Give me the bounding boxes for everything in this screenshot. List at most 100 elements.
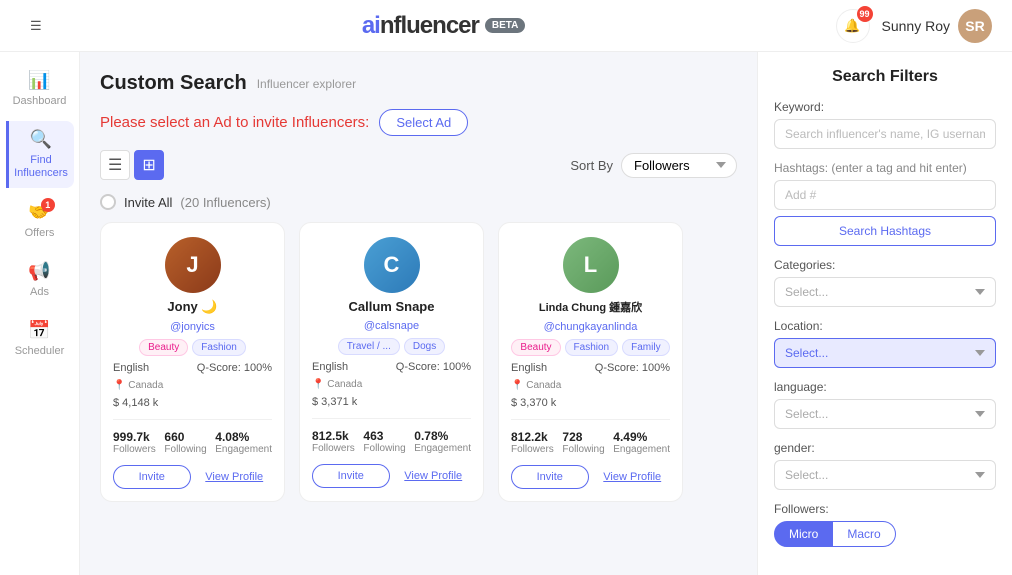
view-toggles: ☰ ⊞ bbox=[100, 150, 164, 180]
card-name-callum: Callum Snape bbox=[349, 299, 435, 314]
ads-icon: 📢 bbox=[28, 261, 50, 282]
select-ad-button[interactable]: Select Ad bbox=[379, 109, 468, 136]
tag-dogs: Dogs bbox=[404, 338, 445, 355]
sidebar-item-label: Ads bbox=[30, 286, 49, 298]
invite-button-jony[interactable]: Invite bbox=[113, 465, 191, 489]
gender-filter: gender: Select... Male Female Other bbox=[774, 441, 996, 490]
card-name-linda: Linda Chung 鍾嘉欣 bbox=[539, 299, 642, 315]
language-label: language: bbox=[774, 380, 996, 394]
followers-macro-button[interactable]: Macro bbox=[833, 521, 895, 547]
beta-badge: BETA bbox=[485, 18, 525, 33]
location-select[interactable]: Select... Canada United States United Ki… bbox=[774, 338, 996, 368]
grid-view-button[interactable]: ⊞ bbox=[134, 150, 163, 180]
card-actions-jony: Invite View Profile bbox=[113, 465, 272, 489]
sort-select[interactable]: Followers Engagement Following bbox=[621, 153, 737, 178]
card-username-jony: @jonyics bbox=[170, 321, 215, 333]
card-lang-callum: English Q-Score: 100% bbox=[312, 361, 471, 373]
sidebar-item-offers[interactable]: 🤝 1 Offers bbox=[6, 194, 74, 247]
notification-button[interactable]: 🔔 99 bbox=[836, 9, 870, 43]
engagement-metric-linda: 4.49% Engagement bbox=[613, 430, 670, 455]
qscore-callum: Q-Score: 100% bbox=[396, 361, 471, 373]
card-lang-jony: English Q-Score: 100% bbox=[113, 362, 272, 374]
location-filter: Location: Select... Canada United States… bbox=[774, 319, 996, 368]
engagement-lbl-linda: Engagement bbox=[613, 444, 670, 455]
view-profile-button-jony[interactable]: View Profile bbox=[197, 465, 273, 489]
search-hashtags-button[interactable]: Search Hashtags bbox=[774, 216, 996, 246]
breadcrumb: Influencer explorer bbox=[257, 77, 356, 91]
followers-micro-button[interactable]: Micro bbox=[774, 521, 833, 547]
avatar-initials: SR bbox=[965, 18, 984, 34]
card-tags-callum: Travel / ... Dogs bbox=[338, 338, 445, 355]
language-jony: English bbox=[113, 362, 149, 374]
top-right-area: 🔔 99 Sunny Roy SR bbox=[836, 9, 992, 43]
sidebar: 📊 Dashboard 🔍 Find Influencers 🤝 1 Offer… bbox=[0, 52, 80, 575]
hashtags-input[interactable] bbox=[774, 180, 996, 210]
scheduler-icon: 📅 bbox=[28, 320, 50, 341]
price-callum: $ 3,371 k bbox=[312, 396, 357, 408]
engagement-val-callum: 0.78% bbox=[414, 429, 448, 443]
price-jony: $ 4,148 k bbox=[113, 397, 158, 409]
invite-all-checkbox[interactable] bbox=[100, 194, 116, 210]
price-linda: $ 3,370 k bbox=[511, 397, 556, 409]
keyword-input[interactable] bbox=[774, 119, 996, 149]
followers-val-linda: 812.2k bbox=[511, 430, 548, 444]
following-val-callum: 463 bbox=[363, 429, 383, 443]
invite-all-row: Invite All (20 Influencers) bbox=[100, 194, 737, 210]
location-label: Location: bbox=[774, 319, 996, 333]
hamburger-menu[interactable]: ☰ bbox=[20, 8, 52, 44]
language-filter: language: Select... English Spanish Fren… bbox=[774, 380, 996, 429]
sidebar-item-ads[interactable]: 📢 Ads bbox=[6, 253, 74, 306]
hashtags-label: Hashtags: (enter a tag and hit enter) bbox=[774, 161, 996, 175]
following-val-linda: 728 bbox=[562, 430, 582, 444]
view-profile-button-linda[interactable]: View Profile bbox=[595, 465, 671, 489]
followers-toggle: Micro Macro bbox=[774, 521, 996, 547]
avatar-linda: L bbox=[563, 237, 619, 293]
followers-val-jony: 999.7k bbox=[113, 430, 150, 444]
followers-lbl-jony: Followers bbox=[113, 444, 156, 455]
tag-beauty: Beauty bbox=[139, 339, 188, 356]
metrics-jony: 999.7k Followers 660 Following 4.08% Eng… bbox=[113, 430, 272, 455]
tag-fashion-linda: Fashion bbox=[565, 339, 619, 356]
engagement-metric-jony: 4.08% Engagement bbox=[215, 430, 272, 455]
metrics-callum: 812.5k Followers 463 Following 0.78% Eng… bbox=[312, 429, 471, 454]
categories-filter: Categories: Select... Beauty Fashion Tra… bbox=[774, 258, 996, 307]
dashboard-icon: 📊 bbox=[28, 70, 50, 91]
country-callum: 📍 Canada bbox=[312, 379, 362, 390]
invite-prompt-text: Please select an Ad to invite Influencer… bbox=[100, 114, 369, 131]
page-title: Custom Search bbox=[100, 72, 247, 95]
sidebar-item-find-influencers[interactable]: 🔍 Find Influencers bbox=[6, 121, 74, 188]
following-lbl-jony: Following bbox=[164, 444, 206, 455]
categories-label: Categories: bbox=[774, 258, 996, 272]
invite-button-callum[interactable]: Invite bbox=[312, 464, 390, 488]
keyword-filter: Keyword: bbox=[774, 100, 996, 149]
card-actions-callum: Invite View Profile bbox=[312, 464, 471, 488]
sidebar-item-scheduler[interactable]: 📅 Scheduler bbox=[6, 312, 74, 365]
influencer-card-jony: J Jony 🌙 @jonyics Beauty Fashion English… bbox=[100, 222, 285, 502]
main-content: Custom Search Influencer explorer Please… bbox=[80, 52, 757, 575]
followers-lbl-callum: Followers bbox=[312, 443, 355, 454]
sidebar-item-label: Scheduler bbox=[15, 345, 65, 357]
invite-banner: Please select an Ad to invite Influencer… bbox=[100, 109, 737, 136]
tag-travel: Travel / ... bbox=[338, 338, 400, 355]
list-view-button[interactable]: ☰ bbox=[100, 150, 130, 180]
view-profile-button-callum[interactable]: View Profile bbox=[396, 464, 472, 488]
sidebar-item-label: Offers bbox=[25, 227, 55, 239]
engagement-lbl-callum: Engagement bbox=[414, 443, 471, 454]
country-jony: 📍 Canada bbox=[113, 380, 163, 391]
gender-select[interactable]: Select... Male Female Other bbox=[774, 460, 996, 490]
card-tags-jony: Beauty Fashion bbox=[139, 339, 246, 356]
hashtags-filter: Hashtags: (enter a tag and hit enter) Se… bbox=[774, 161, 996, 246]
qscore-jony: Q-Score: 100% bbox=[197, 362, 272, 374]
sidebar-item-dashboard[interactable]: 📊 Dashboard bbox=[6, 62, 74, 115]
language-select[interactable]: Select... English Spanish French bbox=[774, 399, 996, 429]
engagement-val-jony: 4.08% bbox=[215, 430, 249, 444]
card-actions-linda: Invite View Profile bbox=[511, 465, 670, 489]
search-filters-panel: Search Filters Keyword: Hashtags: (enter… bbox=[757, 52, 1012, 575]
invite-button-linda[interactable]: Invite bbox=[511, 465, 589, 489]
influencer-cards: J Jony 🌙 @jonyics Beauty Fashion English… bbox=[100, 222, 737, 502]
categories-select[interactable]: Select... Beauty Fashion Travel Food bbox=[774, 277, 996, 307]
followers-val-callum: 812.5k bbox=[312, 429, 349, 443]
metrics-linda: 812.2k Followers 728 Following 4.49% Eng… bbox=[511, 430, 670, 455]
engagement-lbl-jony: Engagement bbox=[215, 444, 272, 455]
avatar-callum: C bbox=[364, 237, 420, 293]
